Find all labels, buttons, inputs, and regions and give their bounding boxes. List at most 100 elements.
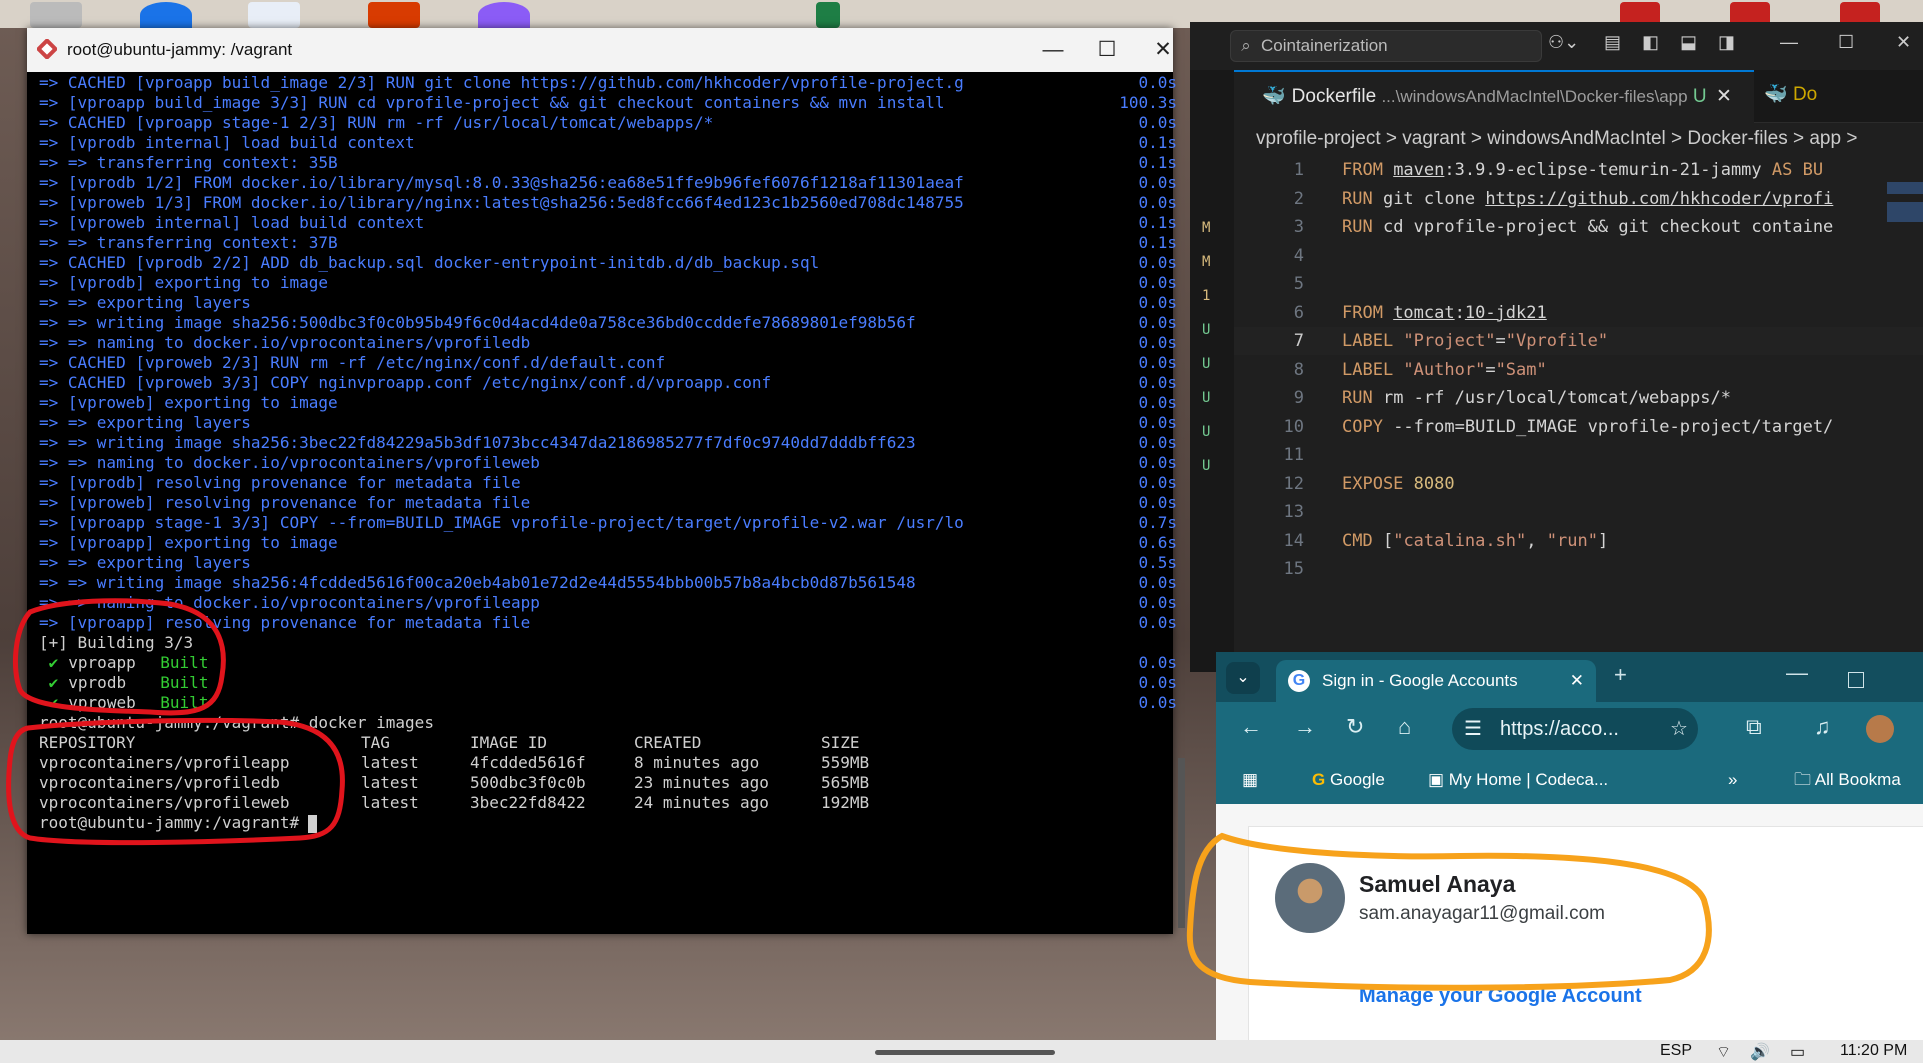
media-icon[interactable]: ♫ xyxy=(1814,714,1831,740)
tab-dockerfile[interactable]: 🐳 Dockerfile ...\windowsAndMacIntel\Docke… xyxy=(1234,70,1754,124)
language-indicator[interactable]: ESP xyxy=(1660,1042,1692,1060)
code-line[interactable]: 5 xyxy=(1234,270,1923,298)
manage-account-link[interactable]: Manage your Google Account xyxy=(1359,985,1642,1008)
clock[interactable]: 11:20 PM xyxy=(1840,1042,1907,1060)
terminal-build-line: => => writing image sha256:500dbc3f0c0b9… xyxy=(39,313,1177,333)
tab-search-button[interactable]: ⌄ xyxy=(1226,662,1260,694)
tab-sign-in[interactable]: G Sign in - Google Accounts ✕ xyxy=(1276,660,1596,702)
terminal-build-line: => [vprodb] resolving provenance for met… xyxy=(39,473,1177,493)
copilot-icon[interactable]: ⚇⌄ xyxy=(1548,32,1579,53)
code-line[interactable]: 2 RUN git clone https://github.com/hkhcod… xyxy=(1234,185,1923,213)
close-tab-icon[interactable]: ✕ xyxy=(1716,72,1732,122)
maximize-icon[interactable]: ☐ xyxy=(1838,32,1854,53)
image-row-created: 8 minutes ago xyxy=(634,753,760,772)
code-line[interactable]: 9 RUN rm -rf /usr/local/tomcat/webapps/* xyxy=(1234,384,1923,412)
vscode-window: ⌕ Cointainerization ⚇⌄ ▤ ◧ ⬓ ◨ — ☐ ✕ M M … xyxy=(1190,22,1923,672)
line-number: 12 xyxy=(1283,473,1304,494)
maximize-icon[interactable]: ☐ xyxy=(1077,28,1137,72)
battery-icon[interactable]: ▭ xyxy=(1790,1042,1805,1062)
building-header: [+] Building 3/3 xyxy=(39,633,194,652)
tab-second[interactable]: 🐳 Do xyxy=(1764,70,1817,120)
secondary-sidebar-icon[interactable]: ◨ xyxy=(1718,32,1735,53)
code-line[interactable]: 15 xyxy=(1234,555,1923,583)
maximize-icon[interactable] xyxy=(1848,672,1864,688)
reload-icon[interactable]: ↻ xyxy=(1346,714,1364,740)
code-line[interactable]: 13 xyxy=(1234,498,1923,526)
built-service-line: ✔ vproweb Built 0.0s xyxy=(39,693,1177,713)
code-token: ] xyxy=(1597,530,1609,551)
bookmark-label: Google xyxy=(1329,770,1385,789)
code-line[interactable]: 8 LABEL "Author"="Sam" xyxy=(1234,356,1923,384)
code-editor[interactable]: 1 FROM maven:3.9.9-eclipse-temurin-21-jam… xyxy=(1234,156,1923,636)
build-line-time: 0.0s xyxy=(1138,573,1177,592)
minimize-icon[interactable]: — xyxy=(1786,660,1808,686)
command-line: root@ubuntu-jammy:/vagrant# docker image… xyxy=(39,713,434,732)
address-bar[interactable]: ☰ https://acco... ☆ xyxy=(1452,708,1698,750)
profile-avatar-icon[interactable] xyxy=(1866,715,1894,743)
bookmark-star-icon[interactable]: ☆ xyxy=(1670,708,1688,750)
code-token: "Sam" xyxy=(1495,359,1547,380)
code-line[interactable]: 1 FROM maven:3.9.9-eclipse-temurin-21-jam… xyxy=(1234,156,1923,184)
terminal-build-line: => => exporting layers 0.0s xyxy=(39,293,1177,313)
line-number: 2 xyxy=(1293,188,1304,209)
extensions-icon[interactable]: ⧉ xyxy=(1746,714,1762,740)
sidebar-toggle-icon[interactable]: ◧ xyxy=(1642,32,1659,53)
code-token: cd vprofile-project && git checkout cont… xyxy=(1382,217,1834,237)
image-row-size: 565MB xyxy=(821,773,870,792)
code-line[interactable]: 4 xyxy=(1234,242,1923,270)
back-icon[interactable]: ← xyxy=(1240,714,1262,740)
line-number: 9 xyxy=(1293,388,1304,408)
firefox-icon[interactable] xyxy=(478,2,530,28)
terminal-build-line: => => naming to docker.io/vprocontainers… xyxy=(39,593,1177,613)
recycle-bin-icon[interactable] xyxy=(30,2,82,28)
minimap[interactable] xyxy=(1887,182,1923,222)
minimize-icon[interactable]: — xyxy=(1780,32,1798,53)
code-line[interactable]: 7 LABEL "Project"="Vprofile" xyxy=(1234,327,1923,355)
vscode-command-center[interactable]: ⌕ Cointainerization xyxy=(1230,30,1542,62)
build-line-time: 0.0s xyxy=(1138,73,1177,92)
prompt-line[interactable]: root@ubuntu-jammy:/vagrant# xyxy=(39,813,318,833)
office-icon[interactable] xyxy=(368,2,420,28)
image-row-repository: vprocontainers/vprofileweb xyxy=(39,793,290,812)
line-number: 4 xyxy=(1293,245,1304,266)
volume-icon[interactable]: 🔊 xyxy=(1750,1042,1770,1062)
panel-toggle-icon[interactable]: ⬓ xyxy=(1680,32,1697,53)
close-icon[interactable]: ✕ xyxy=(1133,28,1193,72)
breadcrumb[interactable]: vprofile-project > vagrant > windowsAndM… xyxy=(1256,128,1857,150)
more-bookmarks-chevron[interactable]: » xyxy=(1728,756,1737,804)
bookmark-codecademy[interactable]: ▣ My Home | Codeca... xyxy=(1428,756,1608,804)
code-token: RUN xyxy=(1342,188,1383,209)
bookmark-google[interactable]: G Google xyxy=(1312,756,1385,804)
wifi-icon[interactable]: ⌔ xyxy=(1716,1042,1731,1062)
close-tab-icon[interactable]: ✕ xyxy=(1570,660,1584,702)
edge-icon[interactable] xyxy=(140,2,192,28)
code-line[interactable]: 11 xyxy=(1234,441,1923,469)
service-status: Built xyxy=(160,693,209,712)
service-name: vproweb xyxy=(68,693,136,712)
forward-icon[interactable]: → xyxy=(1294,714,1316,740)
terminal-scrollbar[interactable] xyxy=(1178,758,1185,928)
code-line[interactable]: 14 CMD ["catalina.sh", "run"] xyxy=(1234,527,1923,555)
terminal-titlebar: root@ubuntu-jammy: /vagrant — ☐ ✕ xyxy=(27,28,1173,72)
code-line[interactable]: 3 RUN cd vprofile-project && git checkout… xyxy=(1234,213,1923,241)
code-line[interactable]: 12 EXPOSE 8080 xyxy=(1234,470,1923,498)
code-line[interactable]: 10 COPY --from=BUILD_IMAGE vprofile-proje… xyxy=(1234,413,1923,441)
site-info-icon[interactable]: ☰ xyxy=(1464,708,1482,750)
all-bookmarks-folder[interactable]: 🗀 All Bookma xyxy=(1794,756,1901,804)
excel-file-icon[interactable] xyxy=(816,2,840,28)
new-tab-icon[interactable]: + xyxy=(1614,662,1627,688)
code-token: COPY xyxy=(1342,416,1394,437)
layout-icon[interactable]: ▤ xyxy=(1604,32,1621,53)
home-icon[interactable]: ⌂ xyxy=(1398,714,1411,740)
code-token: RUN xyxy=(1342,388,1383,408)
prompt: root@ubuntu-jammy:/vagrant# xyxy=(39,813,300,832)
build-line-time: 0.0s xyxy=(1138,593,1177,612)
minimize-icon[interactable]: — xyxy=(1023,28,1083,72)
terminal-output[interactable]: => CACHED [vproapp build_image 2/3] RUN … xyxy=(27,72,1177,934)
terminal-build-line: => => transferring context: 37B 0.1s xyxy=(39,233,1177,253)
vscode-desktop-icon[interactable] xyxy=(248,2,300,28)
code-line[interactable]: 6 FROM tomcat:10-jdk21 xyxy=(1234,299,1923,327)
apps-grid-icon[interactable]: ▦ xyxy=(1242,756,1258,804)
taskbar-handle[interactable] xyxy=(875,1050,1055,1055)
close-icon[interactable]: ✕ xyxy=(1896,32,1911,53)
